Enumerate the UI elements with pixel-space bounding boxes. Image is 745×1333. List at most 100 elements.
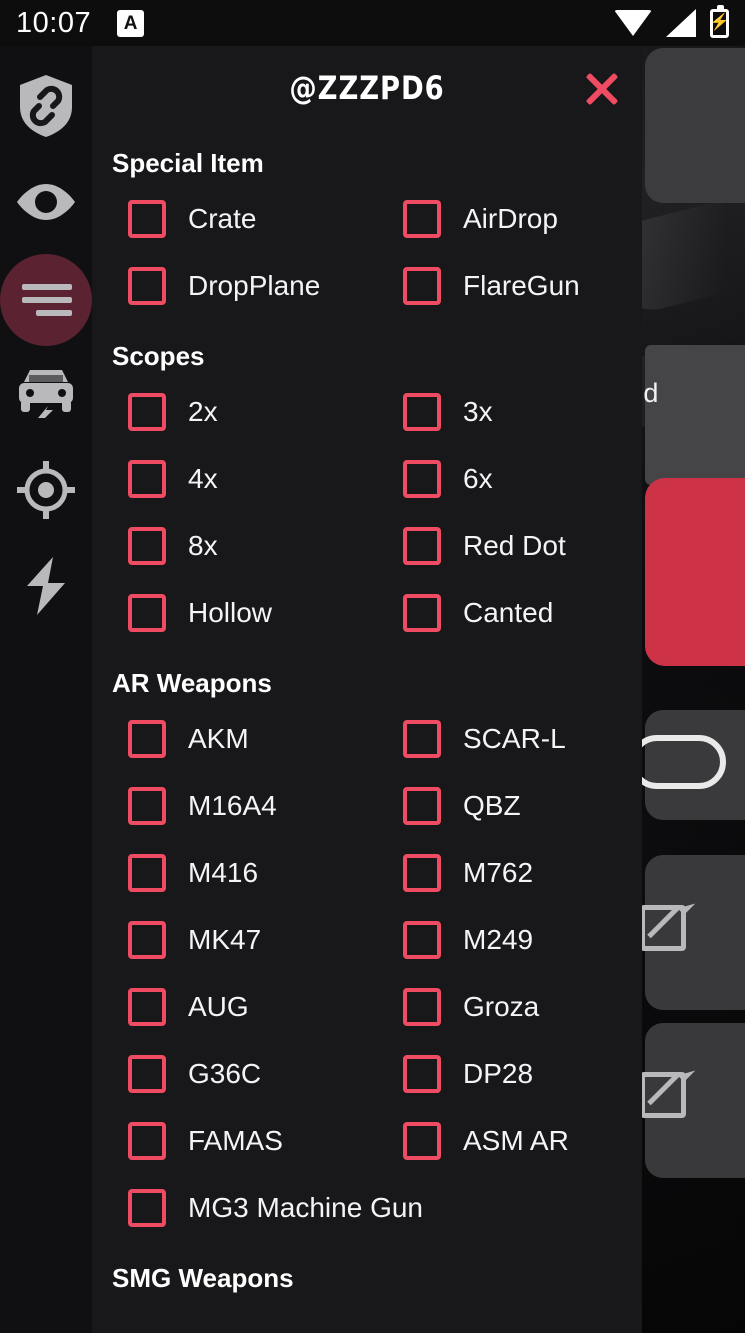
checkbox-option[interactable]: SCAR-L	[367, 705, 642, 772]
checkbox-icon[interactable]	[128, 786, 166, 825]
checkbox-option[interactable]: M762	[367, 839, 642, 906]
background-card[interactable]	[645, 48, 745, 203]
sidebar-item-menu[interactable]	[0, 252, 92, 348]
checkbox-label: 4x	[188, 462, 218, 494]
checkbox-label: DP28	[463, 1057, 534, 1089]
checkbox-option[interactable]: Crate	[92, 185, 367, 252]
checkbox-option[interactable]: DP28	[367, 1040, 642, 1107]
checkbox-icon[interactable]	[403, 459, 441, 498]
toggle-switch[interactable]	[630, 735, 726, 789]
checkbox-icon[interactable]	[128, 593, 166, 632]
checkbox-option[interactable]: 2x	[92, 378, 367, 445]
sidebar-item-shield-link[interactable]	[0, 60, 92, 156]
checkbox-icon[interactable]	[403, 1054, 441, 1093]
checkbox-icon[interactable]	[128, 853, 166, 892]
checkbox-icon[interactable]	[403, 719, 441, 758]
checkbox-label: Canted	[463, 596, 554, 628]
checkbox-option[interactable]: M16A4	[92, 772, 367, 839]
checkbox-option[interactable]: 6x	[367, 445, 642, 512]
checkbox-icon[interactable]	[403, 526, 441, 565]
drawer-title: @ZZZPD6	[289, 69, 445, 107]
checkbox-option[interactable]: AKM	[92, 705, 367, 772]
checkbox-label: Crate	[188, 202, 257, 234]
sidebar-rail	[0, 46, 92, 1333]
app-badge-icon: A	[117, 9, 145, 37]
checkbox-option[interactable]: G36C	[92, 1040, 367, 1107]
checkbox-icon[interactable]	[403, 392, 441, 431]
checkbox-label: M16A4	[188, 789, 277, 821]
sidebar-item-boost[interactable]	[0, 540, 92, 636]
drawer-body: Special Item Crate AirDrop DropPlane FlareGu…	[92, 130, 642, 1300]
checkbox-icon[interactable]	[128, 1188, 166, 1227]
option-grid: Crate AirDrop DropPlane FlareGun	[92, 185, 642, 319]
status-bar-clock: 10:07	[16, 6, 92, 39]
checkbox-label: FAMAS	[188, 1124, 283, 1156]
checkbox-option[interactable]: 3x	[367, 378, 642, 445]
option-grid: 2x 3x 4x 6x 8x Red Dot Hollow Canted	[92, 378, 642, 646]
checkbox-option[interactable]: DropPlane	[92, 252, 367, 319]
checkbox-icon[interactable]	[128, 1121, 166, 1160]
option-grid: AKM SCAR-L M16A4 QBZ M416 M762 MK47 M249 AUG Groz…	[92, 705, 642, 1241]
checkbox-icon[interactable]	[128, 1054, 166, 1093]
checkbox-option[interactable]: ASM AR	[367, 1107, 642, 1174]
section-ar-weapons: AR Weapons AKM SCAR-L M16A4 QBZ M416 M762 MK47 M…	[92, 650, 642, 1241]
checkbox-option[interactable]: Canted	[367, 579, 642, 646]
checkbox-option[interactable]: MK47	[92, 906, 367, 973]
checkbox-option[interactable]: Hollow	[92, 579, 367, 646]
checkbox-option[interactable]: 4x	[92, 445, 367, 512]
drawer-header: @ZZZPD6	[92, 46, 642, 130]
checkbox-label: 6x	[463, 462, 493, 494]
checkbox-option[interactable]: FAMAS	[92, 1107, 367, 1174]
checkbox-icon[interactable]	[128, 392, 166, 431]
car-boost-icon	[16, 366, 76, 427]
section-title: SMG Weapons	[112, 1263, 294, 1293]
background-primary-button[interactable]	[645, 478, 745, 666]
sidebar-item-vehicle[interactable]	[0, 348, 92, 444]
checkbox-option[interactable]: Red Dot	[367, 512, 642, 579]
checkbox-icon[interactable]	[403, 853, 441, 892]
checkbox-icon[interactable]	[128, 459, 166, 498]
sidebar-item-target[interactable]	[0, 444, 92, 540]
checkbox-label: 2x	[188, 395, 218, 427]
checkbox-option[interactable]: M249	[367, 906, 642, 973]
close-x-icon[interactable]	[580, 68, 622, 110]
checkbox-option[interactable]: 8x	[92, 512, 367, 579]
wifi-icon	[614, 10, 652, 36]
checkbox-option[interactable]: Groza	[367, 973, 642, 1040]
checkbox-label: 3x	[463, 395, 493, 427]
checkbox-label: AirDrop	[463, 202, 558, 234]
checkbox-option[interactable]: AUG	[92, 973, 367, 1040]
signal-icon	[666, 9, 696, 37]
checkbox-icon[interactable]	[128, 719, 166, 758]
checkbox-icon[interactable]	[403, 987, 441, 1026]
status-bar-indicators: ⚡	[614, 4, 729, 38]
checkbox-option[interactable]: M416	[92, 839, 367, 906]
checkbox-option[interactable]: AirDrop	[367, 185, 642, 252]
background-card[interactable]	[645, 345, 745, 485]
checkbox-icon[interactable]	[128, 920, 166, 959]
checkbox-icon[interactable]	[403, 1121, 441, 1160]
sidebar-item-eye[interactable]	[0, 156, 92, 252]
checkbox-icon[interactable]	[403, 199, 441, 238]
checkbox-icon[interactable]	[403, 786, 441, 825]
menu-lines-icon	[20, 284, 72, 316]
checkbox-icon[interactable]	[128, 987, 166, 1026]
checkbox-icon[interactable]	[403, 920, 441, 959]
checkbox-label: QBZ	[463, 789, 521, 821]
checkbox-icon[interactable]	[128, 526, 166, 565]
crosshair-target-icon	[17, 460, 75, 524]
checkbox-option[interactable]: FlareGun	[367, 252, 642, 319]
checkbox-option[interactable]: QBZ	[367, 772, 642, 839]
checkbox-icon[interactable]	[403, 593, 441, 632]
section-scopes: Scopes 2x 3x 4x 6x 8x Red Dot Hollow Canted	[92, 323, 642, 646]
external-link-icon[interactable]	[640, 905, 686, 951]
checkbox-option[interactable]: MG3 Machine Gun	[92, 1174, 642, 1241]
external-link-icon[interactable]	[640, 1072, 686, 1118]
eye-icon	[15, 182, 77, 227]
battery-charging-icon: ⚡	[710, 4, 729, 38]
checkbox-icon[interactable]	[128, 199, 166, 238]
checkbox-label: Hollow	[188, 596, 273, 628]
checkbox-icon[interactable]	[128, 266, 166, 305]
section-title: Scopes	[112, 341, 205, 371]
checkbox-icon[interactable]	[403, 266, 441, 305]
